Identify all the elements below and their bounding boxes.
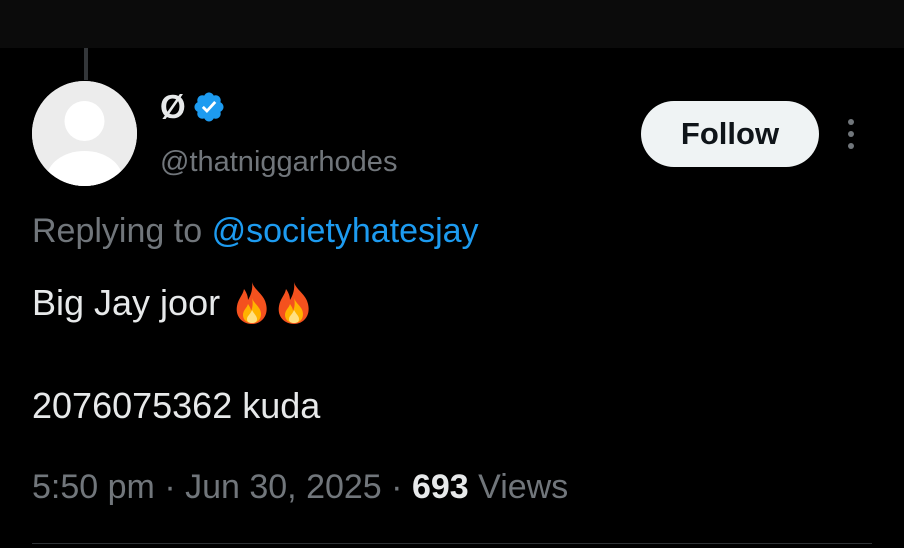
previous-tweet-area bbox=[0, 0, 904, 48]
tweet-date[interactable]: Jun 30, 2025 bbox=[185, 468, 382, 506]
thread-connector-line bbox=[84, 48, 88, 80]
reply-to-handle-link[interactable]: @societyhatesjay bbox=[212, 212, 479, 250]
tweet-meta: 5:50 pm · Jun 30, 2025 · 693 Views bbox=[32, 467, 568, 507]
views-count[interactable]: 693 bbox=[412, 468, 469, 506]
dot bbox=[848, 131, 854, 137]
verified-badge-icon bbox=[194, 92, 224, 122]
vertical-ellipsis-icon[interactable] bbox=[838, 112, 864, 156]
dot bbox=[848, 143, 854, 149]
meta-separator: · bbox=[164, 468, 176, 506]
meta-separator: · bbox=[391, 468, 403, 506]
avatar[interactable] bbox=[32, 81, 137, 186]
emoji-group bbox=[232, 280, 314, 326]
user-handle[interactable]: @thatniggarhodes bbox=[160, 145, 397, 179]
tweet-text-line-1: Big Jay joor bbox=[32, 280, 314, 326]
divider bbox=[32, 543, 872, 544]
replying-to-prefix: Replying to bbox=[32, 212, 203, 250]
fire-icon bbox=[278, 282, 309, 324]
tweet-time[interactable]: 5:50 pm bbox=[32, 468, 155, 506]
follow-button[interactable]: Follow bbox=[641, 101, 819, 167]
tweet-text-line-2: 2076075362 kuda bbox=[32, 385, 321, 426]
tweet-text: Big Jay joor bbox=[32, 282, 221, 323]
dot bbox=[848, 119, 854, 125]
display-name-row[interactable]: Ø bbox=[160, 88, 226, 126]
views-label[interactable]: Views bbox=[478, 468, 568, 506]
replying-to-line: Replying to @societyhatesjay bbox=[32, 211, 479, 251]
display-name[interactable]: Ø bbox=[160, 88, 186, 126]
default-avatar-icon bbox=[32, 81, 137, 186]
fire-icon bbox=[236, 282, 267, 324]
